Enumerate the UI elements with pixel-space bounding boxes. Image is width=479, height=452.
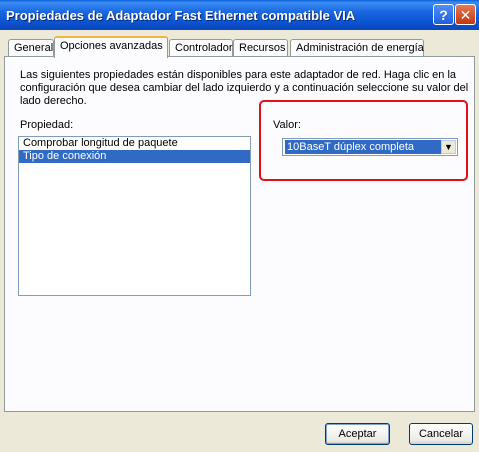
close-button[interactable]: ✕ (455, 4, 476, 25)
close-icon: ✕ (459, 7, 472, 23)
tab-resources[interactable]: Recursos (233, 39, 288, 57)
ok-button[interactable]: Aceptar (325, 423, 390, 445)
tab-general[interactable]: General (8, 39, 54, 57)
tab-driver[interactable]: Controlador (169, 39, 233, 57)
cancel-button[interactable]: Cancelar (409, 423, 473, 445)
tab-power-management[interactable]: Administración de energía (290, 39, 424, 57)
tab-advanced-options[interactable]: Opciones avanzadas (54, 36, 168, 58)
properties-dialog: Propiedades de Adaptador Fast Ethernet c… (0, 0, 479, 452)
help-button[interactable]: ? (433, 4, 454, 25)
property-listbox[interactable]: Comprobar longitud de paquete Tipo de co… (18, 136, 251, 296)
list-item[interactable]: Comprobar longitud de paquete (19, 137, 250, 150)
help-icon: ? (439, 7, 448, 23)
title-bar[interactable]: Propiedades de Adaptador Fast Ethernet c… (0, 0, 479, 30)
highlight-box (259, 100, 468, 181)
window-title: Propiedades de Adaptador Fast Ethernet c… (6, 8, 356, 23)
list-item[interactable]: Tipo de conexión (19, 150, 250, 163)
property-label: Propiedad: (20, 119, 74, 131)
